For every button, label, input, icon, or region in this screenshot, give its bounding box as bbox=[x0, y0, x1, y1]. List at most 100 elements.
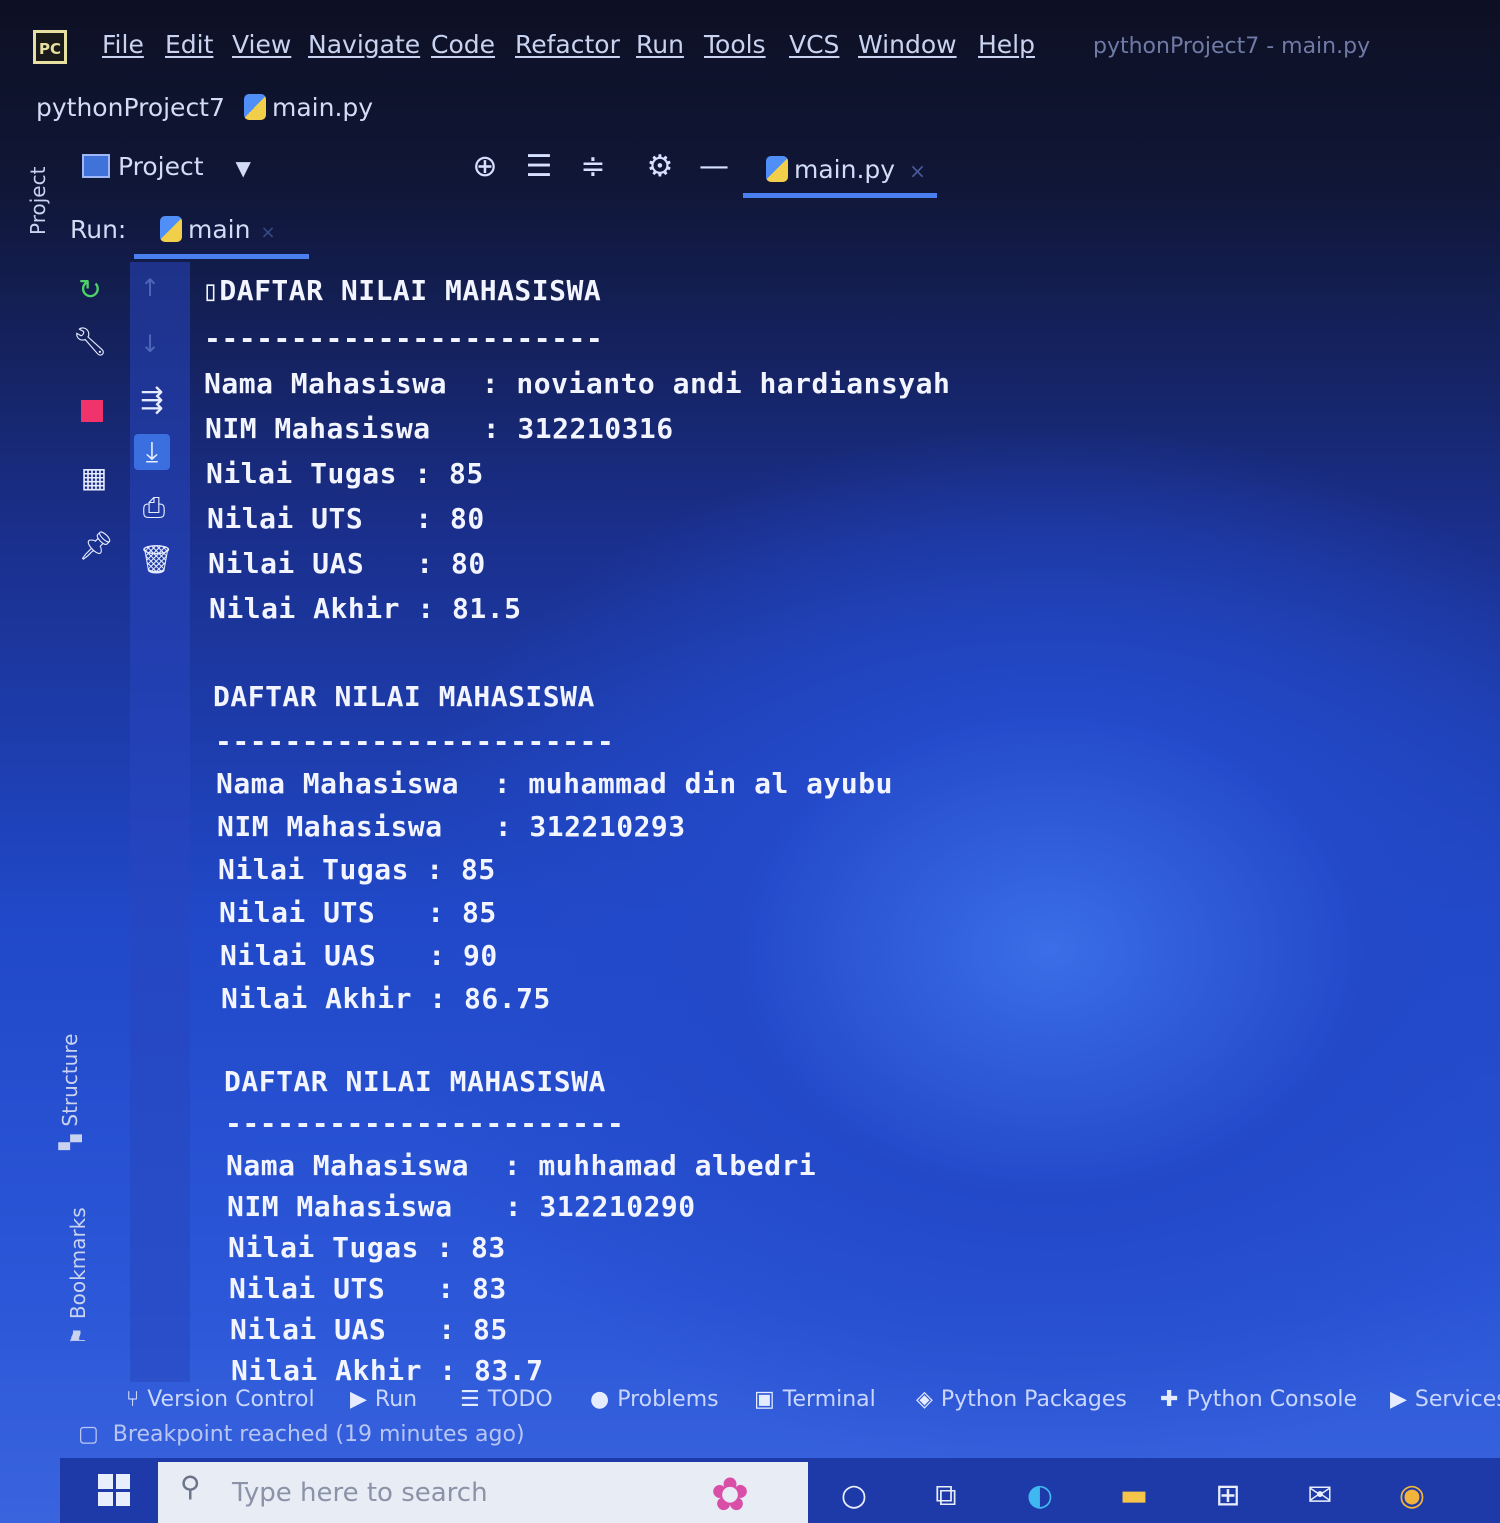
structure-label: Structure bbox=[58, 1033, 82, 1127]
windows-start-icon[interactable] bbox=[98, 1474, 130, 1506]
print-icon[interactable]: ⎙ bbox=[136, 490, 172, 526]
wrench-icon[interactable]: 🔧︎ bbox=[72, 324, 108, 360]
menu-run[interactable]: Run bbox=[636, 30, 684, 59]
tool-terminal[interactable]: ▣ Terminal bbox=[754, 1387, 876, 1412]
menu-tools[interactable]: Tools bbox=[704, 30, 766, 59]
run-config-tab[interactable]: main × bbox=[160, 215, 276, 244]
chrome-browser-icon[interactable]: ◉ bbox=[1392, 1476, 1432, 1516]
close-icon[interactable]: × bbox=[909, 159, 926, 183]
vcs-icon: ⑂ bbox=[126, 1387, 140, 1412]
pycharm-logo-icon[interactable]: PC bbox=[33, 30, 67, 64]
file-explorer-icon[interactable]: ▬ bbox=[1114, 1476, 1154, 1516]
breadcrumb-file[interactable]: main.py bbox=[244, 93, 373, 122]
info-icon: ● bbox=[590, 1387, 610, 1412]
folder-icon bbox=[82, 154, 110, 178]
crosshair-icon[interactable]: ⊕ bbox=[468, 150, 502, 184]
menu-window[interactable]: Window bbox=[858, 30, 957, 59]
play-icon: ▶ bbox=[350, 1387, 367, 1412]
edge-browser-icon[interactable]: ◐ bbox=[1020, 1476, 1060, 1516]
task-view-icon[interactable]: ⧉ bbox=[926, 1476, 966, 1516]
python-icon bbox=[160, 216, 182, 242]
bookmarks-side-tab[interactable]: ⚑ Bookmarks bbox=[66, 1207, 90, 1345]
tool-problems[interactable]: ● Problems bbox=[590, 1387, 719, 1412]
tool-label: Python Console bbox=[1186, 1387, 1358, 1412]
structure-icon: ▚ bbox=[58, 1134, 82, 1150]
console-line: ----------------------- bbox=[215, 725, 615, 758]
layout-icon[interactable]: ▦ bbox=[76, 460, 112, 496]
tool-run[interactable]: ▶ Run bbox=[350, 1387, 417, 1412]
console-line: Nama Mahasiswa : muhhamad albedri bbox=[226, 1149, 817, 1182]
console-line: Nilai UAS : 90 bbox=[220, 939, 498, 972]
tool-version-control[interactable]: ⑂ Version Control bbox=[126, 1387, 315, 1412]
console-line: Nilai UTS : 80 bbox=[207, 502, 485, 535]
soft-wrap-icon[interactable]: ⇶ bbox=[134, 382, 170, 418]
structure-side-tab[interactable]: ▚ Structure bbox=[58, 1034, 82, 1150]
tool-label: Run bbox=[374, 1387, 418, 1412]
editor-tab-main-py[interactable]: main.py × bbox=[766, 155, 926, 184]
store-icon[interactable]: ⊞ bbox=[1208, 1476, 1248, 1516]
menu-file[interactable]: File bbox=[102, 30, 144, 59]
status-window-icon[interactable]: ▢ bbox=[78, 1422, 99, 1447]
tool-python-console[interactable]: ✚ Python Console bbox=[1160, 1387, 1357, 1412]
console-line: Nilai UAS : 80 bbox=[208, 547, 486, 580]
console-line: Nama Mahasiswa : novianto andi hardiansy… bbox=[204, 367, 951, 400]
package-icon: ◈ bbox=[916, 1387, 933, 1412]
scroll-up-icon[interactable]: ↑ bbox=[132, 270, 168, 306]
menu-help[interactable]: Help bbox=[978, 30, 1035, 59]
console-line: Nama Mahasiswa : muhammad din al ayubu bbox=[216, 767, 893, 800]
tool-python-packages[interactable]: ◈ Python Packages bbox=[916, 1387, 1127, 1412]
services-icon: ▶ bbox=[1390, 1387, 1407, 1412]
project-side-label: Project bbox=[26, 166, 50, 235]
tool-window-bar: ⑂ Version Control ▶ Run ☰ TODO ● Problems ▣ T… bbox=[60, 1383, 1500, 1427]
tool-services[interactable]: ▶ Services bbox=[1390, 1387, 1500, 1412]
console-line: NIM Mahasiswa : 312210290 bbox=[227, 1190, 696, 1223]
run-config-label: main bbox=[188, 215, 251, 244]
tool-label: Problems bbox=[617, 1387, 719, 1412]
menu-navigate[interactable]: Navigate bbox=[308, 30, 420, 59]
console-line: DAFTAR NILAI MAHASISWA bbox=[213, 680, 595, 713]
console-line: Nilai UTS : 85 bbox=[219, 896, 497, 929]
tool-label: Terminal bbox=[782, 1387, 876, 1412]
menu-edit[interactable]: Edit bbox=[165, 30, 213, 59]
run-console-output[interactable]: ▯DAFTAR NILAI MAHASISWA ----------------… bbox=[200, 270, 1200, 1387]
chevron-down-icon: ▼ bbox=[235, 156, 251, 180]
trash-icon[interactable]: 🗑︎ bbox=[138, 542, 174, 578]
expand-all-icon[interactable]: ☰ bbox=[522, 150, 556, 184]
tool-todo[interactable]: ☰ TODO bbox=[460, 1387, 553, 1412]
menu-code[interactable]: Code bbox=[431, 30, 495, 59]
cortana-icon[interactable]: ○ bbox=[834, 1476, 874, 1516]
console-line: Nilai Tugas : 85 bbox=[218, 853, 496, 886]
menu-vcs[interactable]: VCS bbox=[789, 30, 839, 59]
scroll-down-icon[interactable]: ↓ bbox=[132, 326, 168, 362]
close-icon[interactable]: × bbox=[260, 222, 275, 243]
minimize-icon[interactable]: — bbox=[697, 150, 731, 184]
scroll-to-end-icon[interactable]: ⤓ bbox=[134, 434, 170, 470]
console-line: ----------------------- bbox=[204, 322, 604, 355]
project-side-tab[interactable]: Project bbox=[26, 167, 50, 235]
tool-label: TODO bbox=[487, 1387, 553, 1412]
project-view-label: Project bbox=[118, 152, 204, 181]
terminal-icon: ▣ bbox=[754, 1387, 775, 1412]
menu-view[interactable]: View bbox=[232, 30, 291, 59]
console-line: ▯DAFTAR NILAI MAHASISWA bbox=[202, 274, 602, 307]
rerun-icon[interactable]: ↻ bbox=[72, 272, 108, 308]
editor-tab-label: main.py bbox=[794, 155, 896, 184]
console-line: Nilai Akhir : 86.75 bbox=[221, 982, 551, 1015]
editor-tab-underline bbox=[743, 193, 937, 198]
stop-icon[interactable] bbox=[74, 392, 110, 428]
status-message: Breakpoint reached (19 minutes ago) bbox=[112, 1422, 525, 1447]
console-line: Nilai UTS : 83 bbox=[229, 1272, 507, 1305]
gear-icon[interactable]: ⚙ bbox=[643, 150, 677, 184]
python-file-icon bbox=[244, 94, 266, 120]
window-title: pythonProject7 - main.py bbox=[1093, 34, 1371, 59]
console-line: Nilai UAS : 85 bbox=[230, 1313, 508, 1346]
breadcrumb-project[interactable]: pythonProject7 bbox=[36, 93, 225, 122]
run-toolbar-strip bbox=[130, 262, 190, 1382]
project-view-selector[interactable]: Project ▼ bbox=[82, 152, 251, 181]
tool-label: Python Packages bbox=[940, 1387, 1127, 1412]
collapse-all-icon[interactable]: ≑ bbox=[576, 150, 610, 184]
menu-refactor[interactable]: Refactor bbox=[515, 30, 620, 59]
mail-icon[interactable]: ✉ bbox=[1300, 1476, 1340, 1516]
run-tab-underline bbox=[134, 254, 309, 259]
pin-icon[interactable]: 📌︎ bbox=[78, 528, 114, 564]
